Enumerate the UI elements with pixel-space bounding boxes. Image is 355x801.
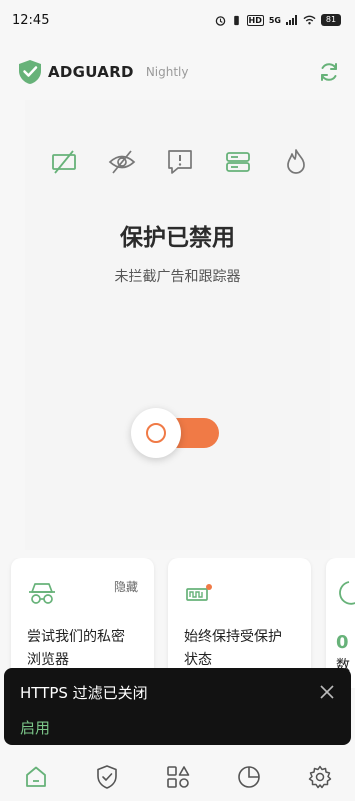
- status-time: 12:45: [12, 12, 50, 28]
- incognito-icon: [29, 583, 55, 604]
- status-bar: 12:45 HD 5G 81: [0, 0, 355, 40]
- alarm-icon: [215, 15, 225, 26]
- feature-status-row: [50, 145, 310, 179]
- apps-icon[interactable]: [165, 764, 191, 790]
- annoyance-icon[interactable]: [166, 148, 194, 176]
- https-filtering-snackbar: HTTPS 过滤已关闭 启用: [4, 668, 351, 745]
- toggle-knob: [131, 408, 181, 458]
- logo: ADGUARD Nightly: [18, 59, 189, 85]
- protection-toggle[interactable]: [131, 406, 221, 460]
- stats-icon: [339, 581, 355, 605]
- card-text: 尝试我们的私密浏览器: [27, 629, 125, 668]
- ad-blocking-off-icon[interactable]: [50, 148, 78, 176]
- settings-icon[interactable]: [307, 764, 333, 790]
- hide-card-button[interactable]: 隐藏: [114, 578, 138, 595]
- card-text: 始终保持受保护状态: [184, 629, 282, 668]
- home-icon[interactable]: [23, 764, 49, 790]
- power-ring-icon: [146, 423, 166, 443]
- stats-value: 0: [336, 632, 349, 653]
- protection-status-subtitle: 未拦截广告和跟踪器: [114, 269, 241, 285]
- refresh-icon[interactable]: [317, 60, 341, 84]
- enable-button[interactable]: 启用: [20, 717, 50, 738]
- statistics-icon[interactable]: [236, 764, 262, 790]
- bottom-navigation: [0, 753, 355, 801]
- battery-alert-icon: [186, 584, 212, 601]
- firewall-icon[interactable]: [282, 148, 310, 176]
- network-indicator: 5G: [268, 15, 281, 25]
- snackbar-message: HTTPS 过滤已关闭: [20, 684, 148, 702]
- edition-label: Nightly: [145, 65, 189, 79]
- adguard-shield-icon: [19, 60, 41, 84]
- protection-status-title: 保护已禁用: [120, 225, 235, 251]
- close-icon[interactable]: [319, 684, 335, 700]
- hd-indicator: HD: [246, 14, 264, 26]
- vibrate-icon: [233, 15, 239, 25]
- brand-name: ADGUARD: [48, 63, 134, 81]
- dns-icon[interactable]: [224, 148, 252, 176]
- app-header: ADGUARD Nightly: [0, 50, 355, 94]
- status-icons: HD 5G 81: [215, 14, 341, 26]
- wifi-icon: [303, 15, 316, 25]
- battery-icon: 81: [321, 14, 341, 26]
- signal-icon: [286, 15, 297, 25]
- tracking-off-icon[interactable]: [108, 148, 136, 176]
- protection-icon[interactable]: [94, 764, 120, 790]
